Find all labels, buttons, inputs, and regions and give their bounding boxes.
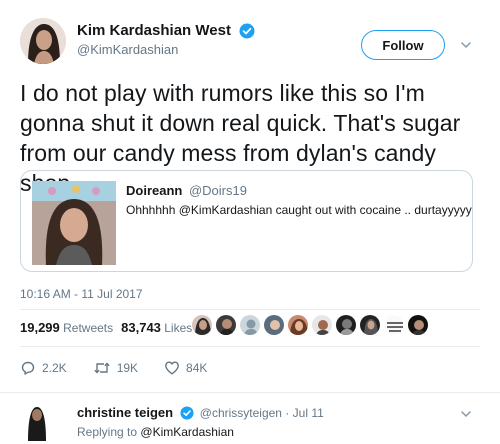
- likes-stat[interactable]: 83,743 Likes: [121, 320, 193, 335]
- reply-time[interactable]: · Jul 11: [285, 406, 323, 420]
- like-button[interactable]: 84K: [164, 360, 207, 376]
- liker-avatar[interactable]: [359, 314, 381, 336]
- liker-avatar[interactable]: [191, 314, 213, 336]
- reply-button[interactable]: 2.2K: [20, 360, 67, 376]
- replying-to-label: Replying to: [77, 425, 138, 439]
- retweet-count: 19K: [116, 361, 139, 375]
- author-handle[interactable]: @KimKardashian: [77, 42, 178, 57]
- liker-avatar[interactable]: [287, 314, 309, 336]
- retweet-icon: [93, 362, 110, 374]
- likes-count: 83,743: [121, 320, 161, 335]
- follow-button[interactable]: Follow: [361, 30, 445, 60]
- liker-avatar[interactable]: [335, 314, 357, 336]
- liker-avatar[interactable]: [407, 314, 429, 336]
- heart-icon: [165, 361, 179, 375]
- divider: [20, 346, 480, 347]
- tweet-actions: 2.2K 19K 84K: [20, 360, 233, 376]
- author-avatar[interactable]: [20, 18, 66, 64]
- reply-count: 2.2K: [42, 361, 67, 375]
- tweet-timestamp[interactable]: 10:16 AM - 11 Jul 2017: [20, 287, 143, 301]
- chevron-down-icon[interactable]: [459, 38, 473, 52]
- retweet-button[interactable]: 19K: [93, 360, 138, 376]
- quoted-author-name[interactable]: Doireann: [126, 183, 182, 198]
- reply-tweet[interactable]: christine teigen @chrissyteigen · Jul 11…: [0, 392, 500, 444]
- retweets-stat[interactable]: 19,299 Retweets: [20, 320, 114, 335]
- retweets-count: 19,299: [20, 320, 60, 335]
- liker-avatar[interactable]: [239, 314, 261, 336]
- liker-avatar[interactable]: [215, 314, 237, 336]
- quoted-tweet-image: [32, 181, 116, 265]
- liker-avatars: [191, 314, 431, 338]
- author-name[interactable]: Kim Kardashian West: [77, 22, 231, 39]
- chevron-down-icon[interactable]: [459, 407, 473, 421]
- likes-label: Likes: [164, 321, 193, 335]
- retweets-label: Retweets: [63, 321, 114, 335]
- quoted-author-handle[interactable]: @Doirs19: [189, 183, 247, 198]
- author-name-row: Kim Kardashian West: [77, 22, 255, 40]
- quoted-tweet-text: Ohhhhhh @KimKardashian caught out with c…: [126, 203, 472, 217]
- quoted-tweet-author: Doireann @Doirs19: [126, 183, 247, 198]
- reply-author-row: christine teigen @chrissyteigen · Jul 11: [77, 405, 324, 422]
- like-count: 84K: [186, 361, 208, 375]
- reply-author-name[interactable]: christine teigen: [77, 405, 173, 420]
- verified-badge-icon: [180, 406, 196, 422]
- reply-author-handle[interactable]: @chrissyteigen: [200, 406, 282, 420]
- reply-icon: [21, 361, 35, 375]
- liker-avatar[interactable]: [383, 314, 405, 336]
- replying-to-handle[interactable]: @KimKardashian: [140, 425, 234, 439]
- replying-to: Replying to @KimKardashian: [77, 425, 234, 439]
- tweet: Kim Kardashian West @KimKardashian Follo…: [0, 0, 500, 392]
- liker-avatar[interactable]: [311, 314, 333, 336]
- tweet-stats: 19,299 Retweets 83,743 Likes: [20, 320, 192, 335]
- divider: [20, 309, 480, 310]
- verified-badge-icon: [239, 23, 255, 39]
- reply-author-avatar[interactable]: [20, 401, 52, 441]
- liker-avatar[interactable]: [263, 314, 285, 336]
- quoted-tweet[interactable]: Doireann @Doirs19 Ohhhhhh @KimKardashian…: [20, 170, 473, 272]
